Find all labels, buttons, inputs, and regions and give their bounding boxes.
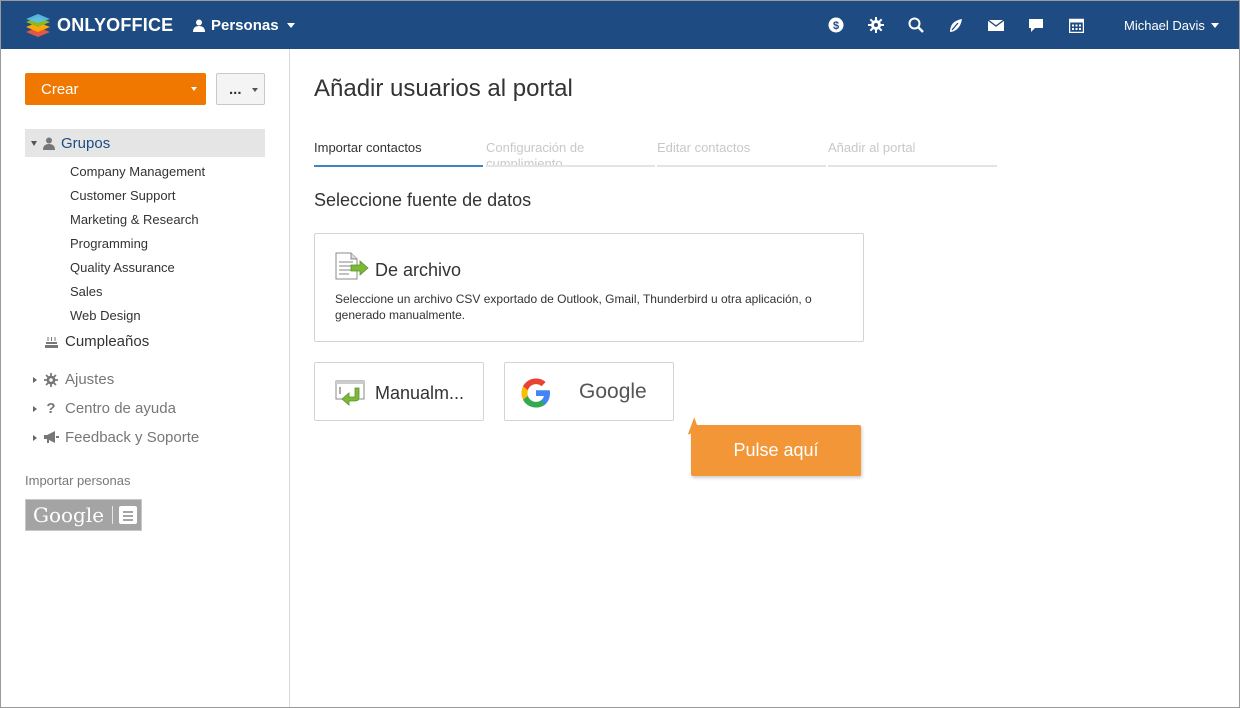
step-import-contacts[interactable]: Importar contactos xyxy=(314,140,483,167)
birthdays-label: Cumpleaños xyxy=(65,333,150,350)
more-button-label: ... xyxy=(229,80,242,98)
settings-label: Ajustes xyxy=(65,371,115,388)
group-item[interactable]: Web Design xyxy=(70,308,141,323)
group-item[interactable]: Programming xyxy=(70,236,148,251)
google-title: Google xyxy=(579,380,647,403)
question-icon: ? xyxy=(46,400,56,417)
onlyoffice-logo-icon[interactable] xyxy=(25,13,51,39)
step-compliance-settings: Configuración de cumplimiento xyxy=(486,140,655,167)
megaphone-icon xyxy=(43,430,59,446)
file-import-icon xyxy=(335,252,369,280)
money-icon[interactable]: $ xyxy=(827,16,845,34)
module-label: Personas xyxy=(211,17,279,34)
google-label: Google xyxy=(33,503,105,527)
feed-icon[interactable] xyxy=(947,16,965,34)
sidebar-item-help-center[interactable]: ? Centro de ayuda xyxy=(33,400,176,417)
chat-icon[interactable] xyxy=(1027,16,1045,34)
chevron-down-icon xyxy=(191,87,197,91)
groups-label: Grupos xyxy=(61,134,111,152)
mail-icon[interactable] xyxy=(987,16,1005,34)
chevron-down-icon xyxy=(1210,23,1219,28)
expand-arrow-icon[interactable] xyxy=(31,140,37,146)
logo-text[interactable]: ONLYOFFICE xyxy=(57,15,173,36)
sidebar: Crear ... Grupos Company Management Cust… xyxy=(1,49,290,707)
import-people-title: Importar personas xyxy=(25,473,131,488)
step-edit-contacts: Editar contactos xyxy=(657,140,826,167)
step-add-to-portal: Añadir al portal xyxy=(828,140,997,167)
sidebar-item-groups[interactable]: Grupos xyxy=(25,129,265,157)
calendar-icon[interactable] xyxy=(1067,16,1085,34)
gear-icon xyxy=(43,372,59,388)
svg-text:$: $ xyxy=(833,20,839,32)
import-google-button[interactable]: Google xyxy=(25,499,142,531)
person-icon xyxy=(43,137,55,150)
user-name: Michael Davis xyxy=(1124,18,1205,33)
sidebar-item-birthdays[interactable]: Cumpleaños xyxy=(43,333,149,350)
page-title: Añadir usuarios al portal xyxy=(314,75,573,102)
group-item[interactable]: Sales xyxy=(70,284,103,299)
group-item[interactable]: Company Management xyxy=(70,164,205,179)
manual-entry-icon xyxy=(335,380,365,406)
document-icon xyxy=(119,506,138,524)
manual-option[interactable]: Manualm... xyxy=(314,362,484,421)
module-selector[interactable]: Personas xyxy=(193,17,295,34)
section-title: Seleccione fuente de datos xyxy=(314,190,532,210)
click-here-callout: Pulse aquí xyxy=(691,425,861,476)
create-button-label: Crear xyxy=(41,80,79,98)
from-file-option[interactable]: De archivo Seleccione un archivo CSV exp… xyxy=(314,233,864,342)
search-icon[interactable] xyxy=(907,16,925,34)
google-logo-icon xyxy=(521,378,550,408)
callout-text: Pulse aquí xyxy=(733,440,819,460)
wizard-steps: Importar contactos Configuración de cump… xyxy=(314,140,998,167)
sidebar-item-settings[interactable]: Ajustes xyxy=(33,371,114,388)
expand-arrow-icon[interactable] xyxy=(33,405,37,412)
from-file-title: De archivo xyxy=(375,260,462,280)
chevron-down-icon xyxy=(286,23,295,28)
top-toolbar: $ xyxy=(827,16,1085,34)
gear-icon[interactable] xyxy=(867,16,885,34)
help-center-label: Centro de ayuda xyxy=(65,400,176,417)
manual-title: Manualm... xyxy=(375,383,465,403)
person-icon xyxy=(193,19,205,32)
group-item[interactable]: Quality Assurance xyxy=(70,260,175,275)
feedback-label: Feedback y Soporte xyxy=(65,429,200,446)
group-item[interactable]: Customer Support xyxy=(70,188,176,203)
sidebar-item-feedback[interactable]: Feedback y Soporte xyxy=(33,429,199,446)
create-button[interactable]: Crear xyxy=(25,73,206,105)
chevron-down-icon xyxy=(252,88,258,92)
more-actions-button[interactable]: ... xyxy=(216,73,265,105)
from-file-description: Seleccione un archivo CSV exportado de O… xyxy=(335,292,812,322)
user-menu[interactable]: Michael Davis xyxy=(1124,18,1219,33)
google-option[interactable]: Google xyxy=(504,362,674,421)
expand-arrow-icon[interactable] xyxy=(33,376,37,383)
cake-icon xyxy=(43,334,59,350)
divider xyxy=(112,506,114,524)
top-bar: ONLYOFFICE Personas $ Michael Davis xyxy=(1,1,1239,49)
expand-arrow-icon[interactable] xyxy=(33,434,37,441)
group-item[interactable]: Marketing & Research xyxy=(70,212,199,227)
